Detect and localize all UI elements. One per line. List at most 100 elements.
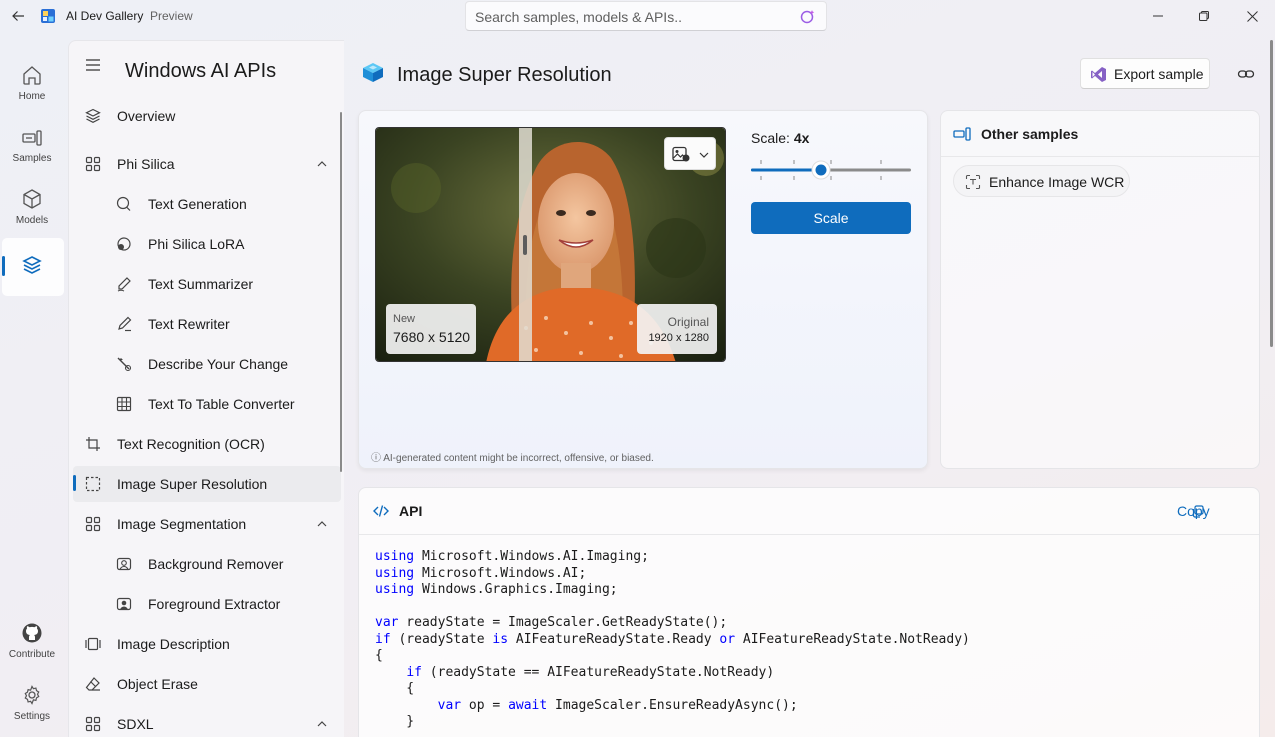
layers-icon <box>85 108 101 123</box>
rail-home[interactable]: Home <box>0 58 64 116</box>
select-icon <box>85 476 101 492</box>
code-text: } <box>375 714 415 729</box>
fg-extract-icon <box>116 597 132 611</box>
code-text: { <box>375 681 415 696</box>
sidebar-item-image-segmentation[interactable]: Image Segmentation <box>73 506 341 542</box>
scale-button[interactable]: Scale <box>751 202 911 234</box>
close-icon <box>1246 10 1258 22</box>
comparison-divider[interactable] <box>519 128 532 361</box>
text-scan-icon <box>965 174 981 190</box>
grid-icon <box>85 516 101 532</box>
sidebar-item-label: Describe Your Change <box>148 356 289 372</box>
code-text: Windows.Graphics.Imaging; <box>414 582 618 597</box>
copy-code-button[interactable]: Copy <box>1177 502 1243 522</box>
chevron-up-icon[interactable] <box>317 159 327 169</box>
sidebar-item-label: Text Rewriter <box>148 316 230 332</box>
chevron-down-icon <box>699 152 709 158</box>
code-keyword: var <box>375 615 399 630</box>
sidebar-item-foreground-extractor[interactable]: Foreground Extractor <box>73 586 341 622</box>
code-line: { <box>375 681 1255 698</box>
cube-icon <box>23 189 41 209</box>
api-code-block[interactable]: using Microsoft.Windows.AI.Imaging; using… <box>375 549 1255 731</box>
divider-handle[interactable] <box>523 235 527 255</box>
eraser-icon <box>85 677 100 691</box>
code-line: var readyState = ImageScaler.GetReadySta… <box>375 615 1255 632</box>
scale-slider[interactable] <box>751 158 911 182</box>
back-button[interactable] <box>6 4 30 28</box>
export-sample-button[interactable]: Export sample <box>1080 58 1210 89</box>
code-keyword: or <box>719 631 736 647</box>
sidebar-item-describe-your-change[interactable]: Describe Your Change <box>73 346 341 382</box>
search-box[interactable]: Search samples, models & APIs.. <box>465 1 827 31</box>
sidebar-item-overview[interactable]: Overview <box>73 98 341 134</box>
code-icon <box>373 505 389 517</box>
sidebar-item-phi-silica[interactable]: Phi Silica <box>73 146 341 182</box>
new-size-badge: New 7680 x 5120 <box>386 304 476 354</box>
copilot-search-icon <box>800 10 815 24</box>
other-samples-card: Other samples <box>940 110 1260 469</box>
code-keyword: is <box>492 631 509 647</box>
wand-icon <box>117 357 132 372</box>
api-title: API <box>399 503 423 519</box>
close-button[interactable] <box>1229 0 1275 32</box>
sidebar-item-label: Foreground Extractor <box>148 596 281 612</box>
rail-samples-label: Samples <box>12 153 52 164</box>
scale-label-text: Scale: <box>751 130 790 146</box>
sidebar-item-object-erase[interactable]: Object Erase <box>73 666 341 702</box>
original-size-value: 1920 x 1280 <box>648 332 709 344</box>
code-keyword: using <box>375 582 415 597</box>
sidebar-item-sdxl[interactable]: SDXL <box>73 706 341 737</box>
hamburger-menu-icon[interactable] <box>84 56 102 74</box>
image-super-resolution-icon <box>363 63 383 82</box>
sidebar-item-phi-silica-lora[interactable]: Phi Silica LoRA <box>73 226 341 262</box>
search-placeholder: Search samples, models & APIs.. <box>475 9 682 25</box>
image-desc-icon <box>85 637 101 651</box>
app-subtitle: Preview <box>150 9 193 23</box>
original-size-badge: Original 1920 x 1280 <box>637 304 717 354</box>
api-header: API Copy <box>359 488 1259 535</box>
sidebar-item-text-recognition[interactable]: Text Recognition (OCR) <box>73 426 341 462</box>
sidebar-item-text-summarizer[interactable]: Text Summarizer <box>73 266 341 302</box>
rail-models[interactable]: Models <box>0 182 64 240</box>
app-title: AI Dev Gallery <box>66 9 144 23</box>
sidebar-item-background-remover[interactable]: Background Remover <box>73 546 341 582</box>
rail-contribute[interactable]: Contribute <box>0 616 64 674</box>
sidebar-item-text-generation[interactable]: Text Generation <box>73 186 341 222</box>
rail-settings[interactable]: Settings <box>0 678 64 736</box>
rail-windows-ai-apis[interactable] <box>0 248 64 306</box>
code-keyword: using <box>375 565 415 581</box>
main-scrollbar[interactable] <box>1270 40 1273 347</box>
image-select-icon <box>672 146 690 162</box>
restore-icon <box>1199 11 1209 21</box>
copy-link-button[interactable] <box>1232 60 1260 88</box>
sidebar-item-text-to-table[interactable]: Text To Table Converter <box>73 386 341 422</box>
sidebar-item-image-super-resolution[interactable]: Image Super Resolution <box>73 466 341 502</box>
sample-chip-enhance-image-wcr[interactable]: Enhance Image WCR <box>953 165 1130 197</box>
rail-samples[interactable]: Samples <box>0 120 64 178</box>
code-text: readyState = ImageScaler.GetReadyState()… <box>398 615 728 630</box>
chevron-up-icon[interactable] <box>317 519 327 529</box>
page-title: Image Super Resolution <box>397 64 612 86</box>
sidebar-item-label: Overview <box>117 108 176 124</box>
code-text: ImageScaler.EnsureReadyAsync(); <box>547 697 798 713</box>
minimize-button[interactable] <box>1135 0 1181 32</box>
export-sample-label: Export sample <box>1114 66 1204 82</box>
sidebar-item-label: Phi Silica <box>117 156 175 172</box>
code-text: AIFeatureReadyState.Ready <box>508 631 720 647</box>
sidebar-item-label: Text Summarizer <box>148 276 254 292</box>
sidebar-item-label: Object Erase <box>117 676 198 692</box>
chat-icon <box>116 196 131 211</box>
code-line: using Windows.Graphics.Imaging; <box>375 582 1255 599</box>
sidebar-item-image-description[interactable]: Image Description <box>73 626 341 662</box>
sidebar-scrollbar[interactable] <box>340 112 342 472</box>
code-keyword: using <box>375 549 415 564</box>
sidebar-item-text-rewriter[interactable]: Text Rewriter <box>73 306 341 342</box>
code-keyword: if <box>406 664 422 680</box>
code-keyword: var <box>437 697 462 713</box>
chevron-up-icon[interactable] <box>317 719 327 729</box>
maximize-button[interactable] <box>1181 0 1227 32</box>
image-picker-dropdown[interactable] <box>664 137 716 170</box>
rewrite-icon <box>118 316 132 332</box>
rail-settings-label: Settings <box>13 711 51 722</box>
code-keyword: await <box>508 697 548 713</box>
